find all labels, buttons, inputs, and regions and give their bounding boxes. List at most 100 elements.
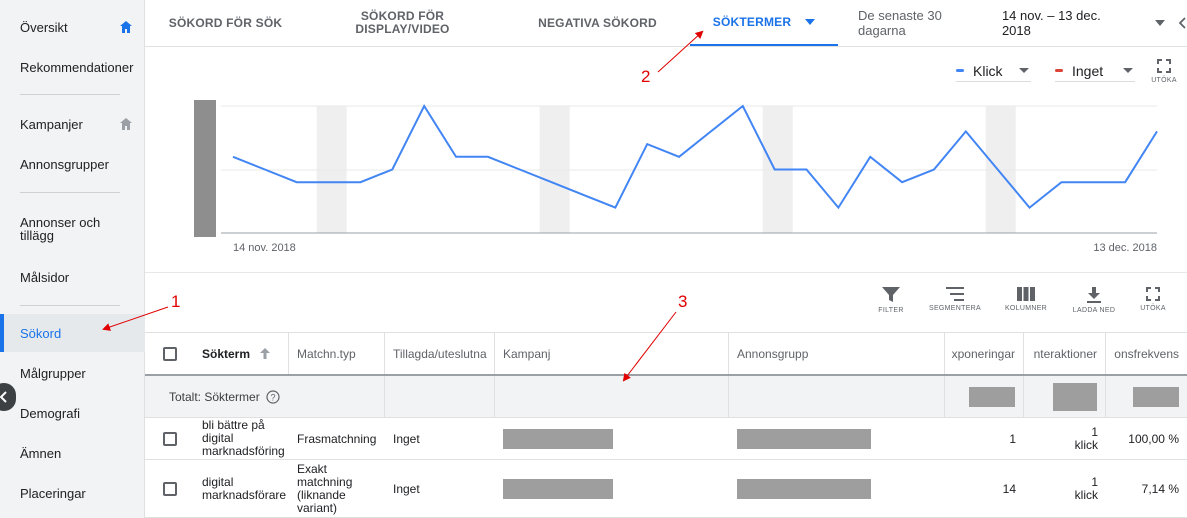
columns-label: KOLUMNER <box>1004 305 1048 312</box>
date-label: De senaste 30 dagarna <box>858 8 942 38</box>
cell-tillagda: Inget <box>385 460 495 517</box>
row-checkbox[interactable] <box>162 481 177 496</box>
cell-exponeringar: 14 <box>945 460 1024 517</box>
redacted-campaign <box>503 478 613 499</box>
sidebar-item-label: Kampanjer <box>20 116 83 132</box>
sidebar-item-demografi[interactable]: Demografi <box>0 394 145 432</box>
sidebar-item-amnen[interactable]: Ämnen <box>0 434 145 472</box>
tab-sokord-for-sok[interactable]: SÖKORD FÖR SÖK <box>163 0 288 46</box>
tab-label: NEGATIVA SÖKORD <box>538 15 657 30</box>
sidebar-divider <box>20 192 120 193</box>
search-term: bli bättre på digital marknadsföring <box>202 418 285 458</box>
redacted-ad-group <box>737 478 871 499</box>
annotation-1: 1 <box>171 292 181 311</box>
cell-kampanj <box>495 460 729 517</box>
svg-text:?: ? <box>270 392 275 402</box>
chevron-left-icon <box>0 391 7 403</box>
header-label: Annonsgrupp <box>737 346 809 361</box>
sidebar-item-label: Sökord <box>20 325 62 341</box>
row-checkbox[interactable] <box>162 431 177 446</box>
help-icon[interactable]: ? <box>266 389 280 404</box>
cell-annonsgrupp <box>729 418 945 459</box>
table-row[interactable]: bli bättre på digital marknadsföring Fra… <box>145 418 1187 460</box>
col-header-sokterm[interactable]: Sökterm <box>194 333 289 374</box>
columns-button[interactable]: KOLUMNER <box>996 287 1056 312</box>
redacted-value <box>969 386 1015 407</box>
redacted-value <box>1053 382 1097 411</box>
added-status: Inget <box>393 481 420 496</box>
cell-sokterm: digital marknadsförare <box>194 460 289 517</box>
filter-icon <box>882 287 900 302</box>
table-header-row: Sökterm Matchn.typ Tillagda/uteslutna Ka… <box>145 332 1187 376</box>
sidebar-item-rekommendationer[interactable]: Rekommendationer <box>0 48 145 86</box>
line-chart: 14 nov. 2018 13 dec. 2018 <box>194 100 1158 254</box>
sidebar-item-annonser[interactable]: Annonser och tillägg <box>0 208 145 250</box>
cell-interaktioner: 1 klick <box>1024 460 1106 517</box>
sidebar-item-malgrupper[interactable]: Målgrupper <box>0 354 145 392</box>
col-header-kampanj[interactable]: Kampanj <box>495 333 729 374</box>
sidebar-item-sokord[interactable]: Sökord <box>0 314 145 352</box>
col-header-interaktioner[interactable]: nteraktioner <box>1024 333 1106 374</box>
sidebar-item-annonsgrupper[interactable]: Annonsgrupper <box>0 145 145 183</box>
row-checkbox-cell <box>145 418 194 459</box>
total-cell <box>385 376 495 417</box>
download-button[interactable]: LADDA NED <box>1064 287 1124 314</box>
sidebar-item-label: Placeringar <box>20 485 86 501</box>
sidebar-item-label: Målsidor <box>20 269 70 285</box>
redacted-value <box>1133 386 1179 407</box>
download-label: LADDA NED <box>1072 307 1116 314</box>
header-label: Kampanj <box>503 346 551 361</box>
total-label-cell: Totalt: Söktermer ? <box>145 376 385 417</box>
search-term: digital marknadsförare <box>202 474 287 502</box>
table-toolbar: FILTER SEGMENTERA KOLUMNER LADDA NED UTÖ… <box>145 274 1187 332</box>
interactions-value: 1 klick <box>1074 424 1098 452</box>
sidebar-item-label: Målgrupper <box>20 365 86 381</box>
sidebar-item-placeringar[interactable]: Placeringar <box>0 474 145 512</box>
tab-sokord-display-video[interactable]: SÖKORD FÖR DISPLAY/VIDEO <box>345 0 460 46</box>
match-type: Frasmatchning <box>297 431 377 446</box>
cell-exponeringar: 1 <box>945 418 1024 459</box>
sort-arrow-up-icon <box>260 348 271 359</box>
col-header-annonsgrupp[interactable]: Annonsgrupp <box>729 333 945 374</box>
cell-interaktioner: 1 klick <box>1024 418 1106 459</box>
cell-kampanj <box>495 418 729 459</box>
total-cell <box>495 376 729 417</box>
expand-label: UTÖKA <box>1140 305 1166 312</box>
expand-table-button[interactable]: UTÖKA <box>1123 287 1183 312</box>
segment-icon <box>946 287 964 301</box>
tab-soktermer[interactable]: SÖKTERMER <box>690 0 838 46</box>
sidebar-item-label: Rekommendationer <box>20 59 134 75</box>
row-checkbox-cell <box>145 460 194 517</box>
date-range: 14 nov. – 13 dec. 2018 <box>1001 8 1101 38</box>
match-type: Exakt matchning (liknande variant) <box>297 461 353 515</box>
sidebar-item-oversikt[interactable]: Översikt <box>0 8 145 46</box>
impressions-value: 1 <box>1009 431 1016 446</box>
total-row: Totalt: Söktermer ? <box>145 376 1187 418</box>
col-header-matchtyp[interactable]: Matchn.typ <box>289 333 385 374</box>
total-interactions-cell <box>1024 376 1106 417</box>
select-all-checkbox[interactable] <box>162 346 177 361</box>
table-row[interactable]: digital marknadsförare Exakt matchning (… <box>145 460 1187 518</box>
sidebar-item-malsidor[interactable]: Målsidor <box>0 258 145 296</box>
chevron-left-icon[interactable] <box>1179 17 1187 29</box>
interactions-value: 1 klick <box>1074 474 1098 502</box>
total-label: Totalt: Söktermer <box>169 389 260 404</box>
tab-negativa-sokord[interactable]: NEGATIVA SÖKORD <box>525 0 670 46</box>
caret-down-icon <box>805 19 816 25</box>
header-label: nteraktioner <box>1033 346 1097 361</box>
col-header-tillagda[interactable]: Tillagda/uteslutna <box>385 333 495 374</box>
date-range-selector[interactable]: De senaste 30 dagarna 14 nov. – 13 dec. … <box>858 0 1187 46</box>
col-header-interaktionsfrekvens[interactable]: onsfrekvens <box>1106 333 1187 374</box>
redacted-ad-group <box>737 428 871 449</box>
download-icon <box>1087 287 1101 303</box>
cell-matchtyp: Exakt matchning (liknande variant) <box>289 460 385 517</box>
fullscreen-icon <box>1146 287 1160 301</box>
filter-button[interactable]: FILTER <box>861 287 921 314</box>
rate-value: 7,14 % <box>1141 481 1179 496</box>
header-label: Sökterm <box>202 346 251 361</box>
sidebar-item-kampanjer[interactable]: Kampanjer <box>0 105 145 143</box>
y-axis-redacted-block <box>194 100 216 237</box>
segment-button[interactable]: SEGMENTERA <box>925 287 985 312</box>
rate-value: 100,00 % <box>1128 431 1179 446</box>
col-header-exponeringar[interactable]: xponeringar <box>945 333 1024 374</box>
